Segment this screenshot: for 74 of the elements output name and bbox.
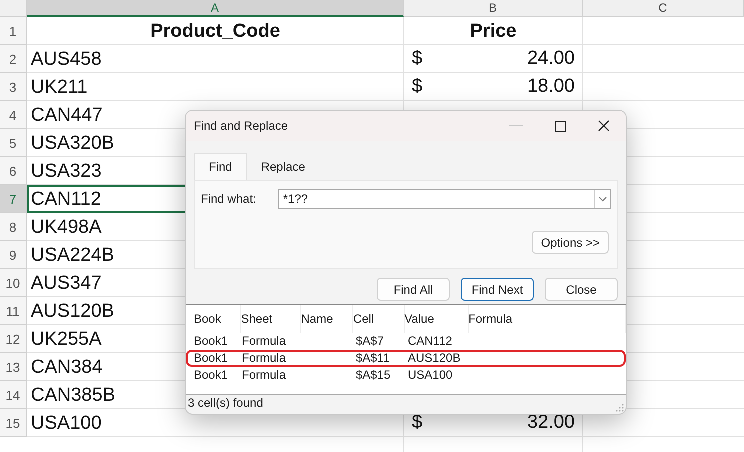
dialog-button[interactable]: Find Next bbox=[461, 278, 534, 301]
table-cell: CAN112 bbox=[31, 189, 102, 211]
table-cell: AUS458 bbox=[31, 49, 102, 71]
result-cell-text: USA100 bbox=[408, 369, 454, 382]
column-header[interactable]: B bbox=[404, 0, 583, 17]
result-cell-text: AUS120B bbox=[408, 352, 462, 365]
resize-grip-icon[interactable] bbox=[616, 404, 624, 412]
row-header[interactable]: 6 bbox=[0, 157, 27, 185]
column-heading: Product_Code bbox=[150, 21, 280, 43]
currency-symbol: $ bbox=[412, 412, 423, 434]
column-header[interactable]: Formula bbox=[468, 305, 626, 333]
maximize-icon[interactable] bbox=[554, 120, 566, 132]
result-row[interactable]: Book1 Formula $A$7 CAN112 bbox=[186, 333, 626, 350]
table-cell: UK211 bbox=[31, 77, 88, 99]
result-cell-text: CAN112 bbox=[408, 335, 454, 348]
result-cell-text: $A$11 bbox=[356, 352, 391, 365]
column-header[interactable]: Name bbox=[301, 305, 354, 333]
column-heading: Price bbox=[470, 21, 517, 43]
result-cell-text: Formula bbox=[242, 352, 288, 365]
table-cell: CAN385B bbox=[31, 385, 116, 407]
dialog-button[interactable]: Close bbox=[545, 278, 618, 301]
dialog-button[interactable]: Find All bbox=[377, 278, 450, 301]
result-row[interactable]: Book1 Formula $A$15 USA100 bbox=[186, 367, 626, 384]
tab[interactable]: Find bbox=[194, 153, 248, 180]
column-header[interactable]: Cell bbox=[353, 305, 405, 333]
field-label: Find what: bbox=[201, 191, 256, 208]
result-cell-text: Book1 bbox=[194, 335, 230, 348]
status-text: 3 cell(s) found bbox=[188, 396, 264, 411]
table-cell: 18.00 bbox=[527, 76, 575, 98]
table-cell: CAN384 bbox=[31, 357, 103, 379]
table-cell: UK255A bbox=[31, 329, 102, 351]
close-icon[interactable] bbox=[598, 120, 610, 132]
row-header[interactable]: 10 bbox=[0, 269, 27, 297]
row-header[interactable]: 4 bbox=[0, 101, 27, 129]
table-cell: USA224B bbox=[31, 245, 114, 267]
result-cell-text: $A$15 bbox=[356, 369, 392, 382]
result-row[interactable]: Book1 Formula $A$11 AUS120B bbox=[186, 350, 626, 367]
column-header[interactable]: Sheet bbox=[241, 305, 302, 333]
tab[interactable]: Replace bbox=[247, 153, 320, 180]
table-cell: AUS347 bbox=[31, 273, 102, 295]
result-cell-text: Formula bbox=[242, 335, 288, 348]
row-header[interactable]: 11 bbox=[0, 297, 27, 325]
result-cell-text: Book1 bbox=[194, 369, 230, 382]
row-header[interactable]: 5 bbox=[0, 129, 27, 157]
table-cell: CAN447 bbox=[31, 105, 103, 127]
row-header[interactable]: 7 bbox=[0, 185, 27, 213]
table-cell: 32.00 bbox=[527, 412, 575, 434]
row-header[interactable]: 13 bbox=[0, 353, 27, 381]
row-header[interactable]: 3 bbox=[0, 73, 27, 101]
find-what-field[interactable]: *1?? bbox=[278, 189, 612, 209]
table-cell: USA100 bbox=[31, 413, 102, 435]
result-cell-text: $A$7 bbox=[356, 335, 386, 348]
table-cell: AUS120B bbox=[31, 301, 114, 323]
window-title: Find and Replace bbox=[194, 118, 290, 135]
result-cell-text: Book1 bbox=[194, 352, 230, 365]
row-header[interactable]: 14 bbox=[0, 381, 27, 409]
column-header[interactable]: A bbox=[27, 0, 404, 17]
row-header[interactable]: 12 bbox=[0, 325, 27, 353]
row-header[interactable]: 2 bbox=[0, 45, 27, 73]
row-header[interactable]: 1 bbox=[0, 17, 27, 45]
row-header[interactable]: 8 bbox=[0, 213, 27, 241]
currency-symbol: $ bbox=[412, 48, 423, 70]
options-button[interactable]: Options >> bbox=[532, 231, 609, 254]
table-cell: UK498A bbox=[31, 217, 102, 239]
column-header[interactable]: Value bbox=[404, 305, 469, 333]
column-header[interactable]: C bbox=[583, 0, 744, 17]
table-cell: USA323 bbox=[31, 161, 102, 183]
table-cell: 24.00 bbox=[527, 48, 575, 70]
result-cell-text: Formula bbox=[242, 369, 288, 382]
table-cell: USA320B bbox=[31, 133, 114, 155]
row-header[interactable]: 15 bbox=[0, 409, 27, 437]
currency-symbol: $ bbox=[412, 76, 423, 98]
column-header[interactable]: Book bbox=[194, 305, 242, 333]
row-header[interactable]: 9 bbox=[0, 241, 27, 269]
